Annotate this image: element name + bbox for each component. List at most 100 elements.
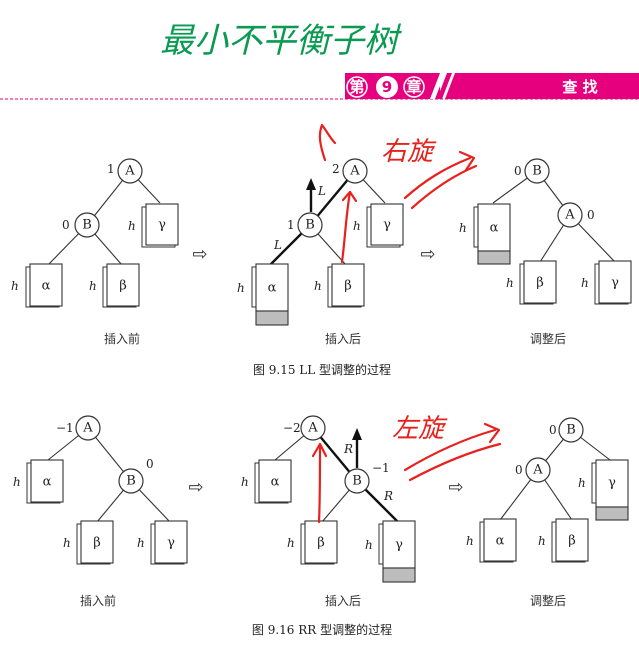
tree-node-b: B [297, 212, 323, 238]
tree-node-b: B [74, 212, 100, 238]
edge-label: R [343, 442, 353, 456]
edge-label: L [273, 238, 282, 252]
tree-node-b: B [558, 417, 584, 443]
tree-node-a: A [300, 415, 326, 441]
svg-text:α: α [268, 281, 277, 296]
height-label: h [241, 475, 249, 489]
tree-node-a: A [75, 415, 101, 441]
tree-node-a: A [342, 158, 368, 184]
balance-factor: 1 [107, 162, 115, 176]
subtree-gamma: γ [141, 203, 179, 248]
tree-node-a: A [525, 457, 551, 483]
inserted-node-shade [382, 567, 416, 583]
svg-text:γ: γ [167, 536, 175, 551]
balance-factor: 0 [549, 423, 557, 437]
height-label: h [11, 279, 19, 293]
height-label: h [578, 476, 586, 490]
height-label: h [63, 536, 71, 550]
section-bar [445, 73, 639, 99]
page-canvas: 最小不平衡子树 第 9 章 查 找 A 1 B 0 γ h α h β h 插入… [0, 21, 639, 637]
svg-text:α: α [496, 534, 505, 549]
height-label: h [287, 536, 295, 550]
rr-before-tree: A −1 B 0 α h β h γ h [13, 415, 188, 565]
height-label: h [506, 276, 514, 290]
svg-text:γ: γ [395, 538, 403, 553]
height-label: h [13, 475, 21, 489]
inserted-node-shade [595, 506, 629, 521]
subtree-beta: β [551, 518, 589, 563]
svg-text:γ: γ [158, 218, 166, 233]
ll-adjusted-label: 调整后 [530, 331, 566, 346]
balance-factor: 0 [515, 463, 523, 477]
subtree-gamma: γ [594, 260, 632, 305]
svg-text:B: B [305, 218, 315, 233]
balance-factor: 1 [287, 218, 295, 232]
subtree-alpha: α [254, 459, 292, 504]
balance-factor: 0 [146, 457, 154, 471]
transition-arrow-icon: ⇨ [448, 477, 463, 498]
svg-text:B: B [566, 423, 576, 438]
height-label: h [538, 534, 546, 548]
rr-adjusted-label: 调整后 [530, 593, 566, 608]
height-label: h [353, 219, 361, 233]
height-label: h [466, 534, 474, 548]
handwritten-title: 最小不平衡子树 [160, 21, 402, 61]
subtree-beta: β [102, 263, 140, 308]
svg-text:A: A [564, 208, 575, 223]
rr-before-label: 插入前 [80, 593, 116, 608]
svg-text:B: B [532, 164, 542, 179]
svg-text:B: B [82, 218, 92, 233]
svg-text:α: α [43, 475, 52, 490]
svg-text:β: β [93, 536, 101, 551]
chapter-header: 第 9 章 查 找 [0, 73, 639, 100]
red-stroke [317, 444, 322, 524]
tree-node-b: B [524, 158, 550, 184]
tree-node-a: A [557, 202, 583, 228]
height-label: h [137, 536, 145, 550]
rr-red-annotations: 左旋 [311, 414, 502, 524]
subtree-alpha: α [479, 518, 517, 563]
subtree-alpha: α [251, 263, 289, 326]
subtree-beta: β [300, 520, 338, 565]
subtree-gamma: γ [366, 203, 404, 248]
balance-factor: −1 [372, 461, 390, 475]
svg-text:γ: γ [611, 276, 619, 291]
edge-label: R [383, 489, 393, 503]
svg-text:A: A [82, 421, 93, 436]
balance-factor: 2 [332, 162, 340, 176]
balance-factor: 0 [514, 164, 522, 178]
subtree-beta: β [76, 520, 114, 565]
subtree-gamma: γ [591, 459, 629, 521]
transition-arrow-icon: ⇨ [420, 244, 435, 265]
svg-text:β: β [344, 279, 352, 294]
edge-label: L [317, 184, 326, 198]
svg-text:α: α [42, 279, 51, 294]
svg-text:B: B [352, 474, 362, 489]
subtree-beta: β [327, 263, 365, 308]
balance-factor: −2 [283, 421, 301, 435]
subtree-gamma: γ [378, 520, 416, 583]
svg-text:A: A [124, 164, 135, 179]
svg-text:β: β [568, 534, 576, 549]
transition-arrow-icon: ⇨ [188, 477, 203, 498]
inserted-node-shade [255, 310, 289, 326]
balance-factor: 0 [587, 208, 595, 222]
section-title: 查 找 [562, 78, 597, 96]
svg-text:A: A [349, 164, 360, 179]
chapter-prefix: 第 [349, 78, 364, 96]
red-stroke [340, 190, 352, 264]
ll-adjusted-tree: B 0 A 0 α h β h γ h [459, 158, 632, 305]
svg-text:β: β [317, 536, 325, 551]
svg-text:β: β [119, 279, 127, 294]
red-stroke [410, 164, 478, 210]
subtree-beta: β [519, 260, 557, 305]
balance-factor: 0 [62, 218, 70, 232]
height-label: h [581, 276, 589, 290]
tree-node-b: B [344, 468, 370, 494]
rr-adjusted-tree: B 0 A 0 γ h α h β h [466, 417, 629, 563]
svg-text:α: α [490, 221, 499, 236]
svg-text:γ: γ [608, 476, 616, 491]
subtree-gamma: γ [150, 520, 188, 565]
height-label: h [237, 281, 245, 295]
figure-caption-rr: 图 9.16 RR 型调整的过程 [252, 622, 392, 637]
